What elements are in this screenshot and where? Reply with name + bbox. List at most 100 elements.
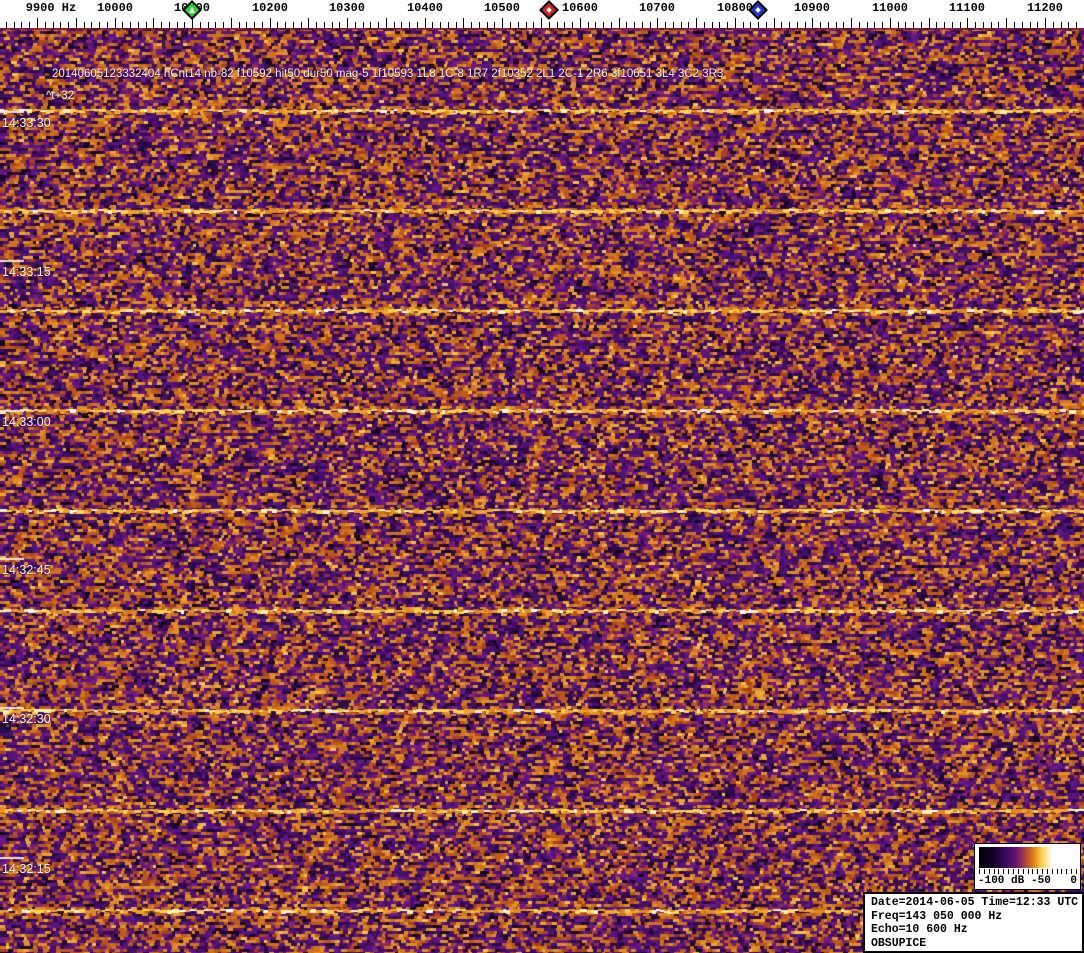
legend-tick	[1042, 869, 1044, 874]
frequency-tick	[239, 22, 240, 28]
frequency-axis-label: 10000	[96, 1, 133, 15]
frequency-tick	[1014, 22, 1015, 28]
legend-tick	[1061, 869, 1063, 874]
frequency-tick	[487, 22, 488, 28]
frequency-tick	[21, 22, 22, 28]
legend-tick	[1071, 869, 1073, 874]
legend-min-label: -100 dB	[978, 875, 1025, 887]
frequency-tick	[595, 22, 596, 28]
frequency-tick	[836, 22, 837, 28]
frequency-tick	[502, 18, 503, 28]
red-diamond-marker-icon[interactable]	[539, 0, 559, 20]
frequency-tick	[1045, 18, 1046, 28]
frequency-tick	[890, 18, 891, 28]
frequency-tick	[246, 22, 247, 28]
info-observatory: OBSUPICE	[871, 936, 927, 950]
legend-tick	[1051, 869, 1053, 874]
frequency-tick	[867, 22, 868, 28]
frequency-tick	[533, 22, 534, 28]
frequency-tick	[316, 22, 317, 28]
frequency-tick	[169, 22, 170, 28]
time-label: 14:32:45	[2, 563, 51, 577]
frequency-tick	[859, 22, 860, 28]
time-label: 14:33:15	[2, 265, 51, 279]
frequency-tick	[200, 22, 201, 28]
frequency-tick	[53, 22, 54, 28]
frequency-tick	[820, 22, 821, 28]
frequency-tick	[99, 22, 100, 28]
frequency-tick	[704, 22, 705, 28]
legend-tick	[988, 869, 990, 874]
frequency-tick	[215, 22, 216, 28]
frequency-tick	[107, 22, 108, 28]
legend-tick	[1076, 869, 1077, 874]
time-label: 14:33:00	[2, 415, 51, 429]
frequency-tick	[758, 22, 759, 28]
frequency-tick	[254, 22, 255, 28]
colormap-gradient-bar	[979, 847, 1077, 868]
frequency-tick	[277, 22, 278, 28]
frequency-tick	[789, 22, 790, 28]
frequency-tick	[417, 22, 418, 28]
info-date-time: Date=2014-06-05 Time=12:33 UTC	[871, 896, 1079, 909]
frequency-tick	[184, 22, 185, 28]
frequency-tick	[456, 22, 457, 28]
frequency-axis-label: 10500	[483, 1, 520, 15]
frequency-tick	[983, 22, 984, 28]
frequency-tick	[1053, 22, 1054, 28]
frequency-tick	[898, 22, 899, 28]
frequency-tick	[952, 22, 953, 28]
db-color-scale-legend: -100 dB -50 0	[974, 843, 1081, 890]
frequency-tick	[386, 18, 387, 28]
frequency-tick	[805, 22, 806, 28]
frequency-tick	[557, 22, 558, 28]
frequency-tick	[479, 22, 480, 28]
frequency-tick	[76, 18, 77, 28]
frequency-tick	[448, 22, 449, 28]
frequency-tick	[797, 22, 798, 28]
frequency-tick	[518, 22, 519, 28]
frequency-tick	[45, 22, 46, 28]
frequency-axis-label: 10300	[328, 1, 365, 15]
frequency-tick	[1006, 18, 1007, 28]
frequency-tick	[332, 22, 333, 28]
frequency-tick	[293, 22, 294, 28]
legend-tick	[1008, 869, 1010, 874]
blue-diamond-marker-icon[interactable]	[748, 0, 768, 20]
frequency-tick	[1037, 22, 1038, 28]
frequency-tick	[541, 18, 542, 28]
frequency-tick	[115, 18, 116, 28]
frequency-tick	[308, 18, 309, 28]
frequency-tick	[766, 22, 767, 28]
legend-mid-label: -50	[1031, 875, 1051, 887]
frequency-tick	[370, 22, 371, 28]
frequency-tick	[688, 22, 689, 28]
frequency-tick	[37, 18, 38, 28]
frequency-tick	[91, 22, 92, 28]
frequency-tick	[905, 22, 906, 28]
frequency-tick	[231, 18, 232, 28]
frequency-tick	[324, 22, 325, 28]
frequency-tick	[781, 22, 782, 28]
detection-annotation: 20140605123332404 hCnt14 nb-82 f10592 hi…	[52, 68, 724, 80]
frequency-tick	[650, 22, 651, 28]
frequency-tick	[991, 22, 992, 28]
frequency-tick	[463, 18, 464, 28]
frequency-tick	[84, 22, 85, 28]
legend-max-label: 0	[1070, 875, 1077, 887]
frequency-tick	[378, 22, 379, 28]
frequency-tick	[6, 22, 7, 28]
frequency-tick	[611, 22, 612, 28]
time-label: 14:32:15	[2, 862, 51, 876]
legend-tick	[1056, 869, 1058, 874]
legend-tick	[983, 869, 985, 874]
frequency-tick	[929, 18, 930, 28]
frequency-tick	[494, 22, 495, 28]
green-diamond-marker-icon[interactable]	[182, 0, 202, 20]
frequency-axis-label: 10200	[251, 1, 288, 15]
frequency-tick	[68, 22, 69, 28]
frequency-tick	[882, 22, 883, 28]
frequency-tick	[843, 22, 844, 28]
frequency-tick	[673, 22, 674, 28]
frequency-tick	[913, 22, 914, 28]
